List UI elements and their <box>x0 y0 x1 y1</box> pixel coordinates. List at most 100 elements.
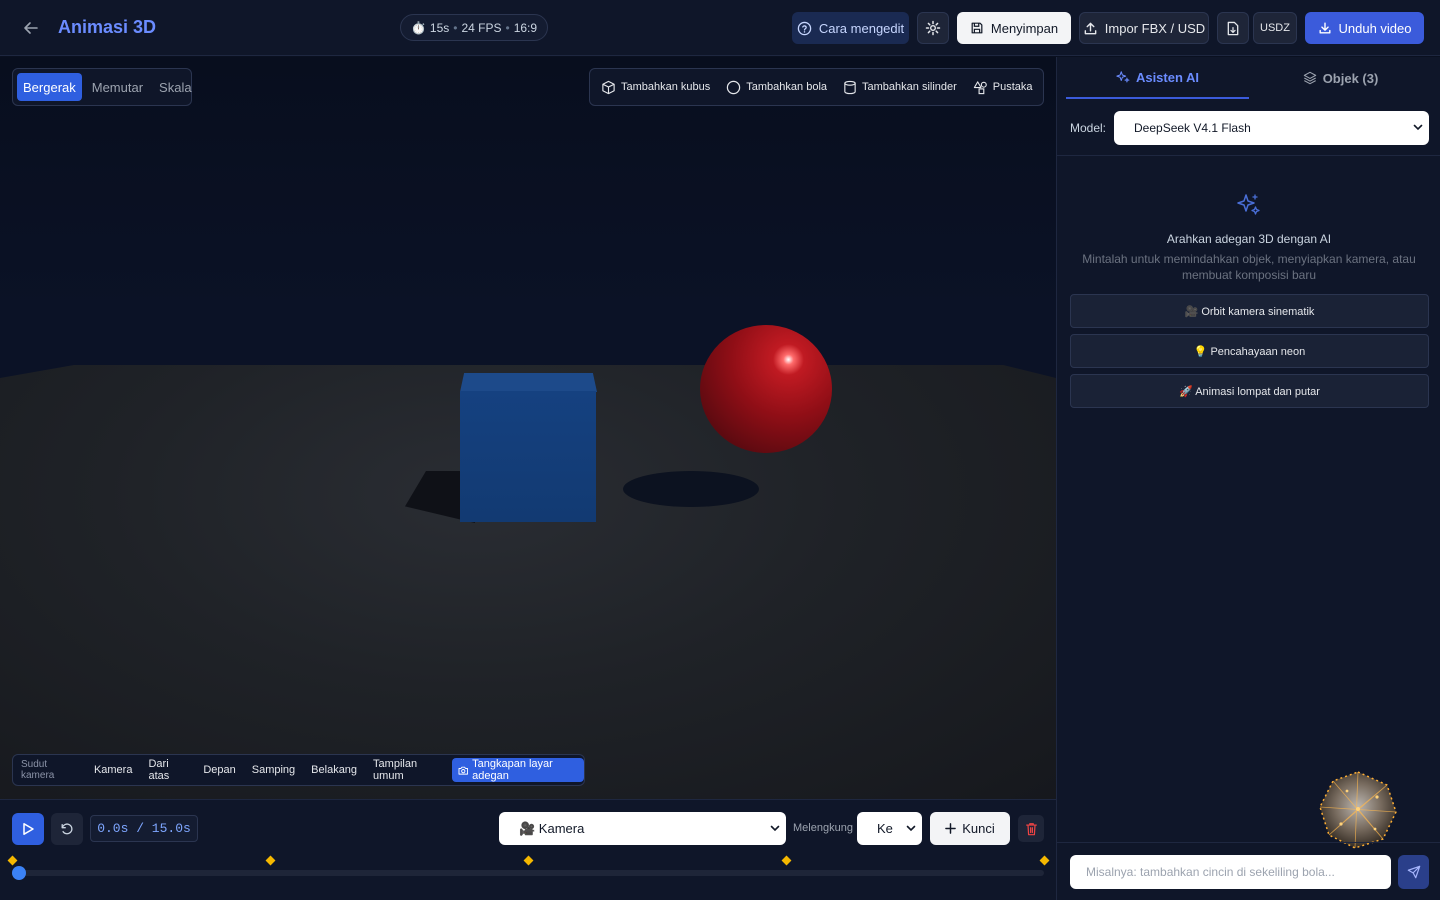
keyframe-marker[interactable] <box>523 855 533 866</box>
keyframe-marker[interactable] <box>781 855 791 866</box>
mode-scale-button[interactable]: Skala <box>153 73 198 101</box>
add-sphere-button[interactable]: Tambahkan bola <box>726 80 827 95</box>
panel-tabs: Asisten AI Objek (3) <box>1066 57 1432 99</box>
keyframe-marker[interactable] <box>265 855 275 866</box>
model-select-value: DeepSeek V4.1 Flash <box>1134 121 1251 135</box>
transform-mode-group: Bergerak Memutar Skala <box>12 68 192 106</box>
play-button[interactable] <box>12 813 44 845</box>
gear-icon <box>925 20 941 36</box>
project-meta-pill: ⏱️ 15s • 24 FPS • 16:9 <box>400 14 548 41</box>
download-video-button[interactable]: Unduh video <box>1305 12 1424 44</box>
playhead-handle[interactable] <box>12 866 26 880</box>
reset-button[interactable] <box>51 813 83 845</box>
scene-viewport[interactable]: Bergerak Memutar Skala Tambahkan kubus T… <box>0 57 1056 799</box>
file-export-icon <box>1227 21 1239 35</box>
shapes-icon <box>973 80 987 94</box>
camera-angle-bar: Sudut kamera Kamera Dari atas Depan Samp… <box>12 754 585 786</box>
timeline-panel: 0.0s / 15.0s 🎥 Kamera Melengkung Ke Kunc… <box>0 799 1056 900</box>
upload-icon <box>1084 22 1097 34</box>
cube-object[interactable] <box>460 391 596 522</box>
add-sphere-label: Tambahkan bola <box>746 81 828 93</box>
cylinder-icon <box>844 80 856 94</box>
settings-button[interactable] <box>917 12 949 44</box>
camera-view-camera[interactable]: Kamera <box>86 758 141 782</box>
easing-select-value: Ke <box>877 821 893 836</box>
empty-state-title: Arahkan adegan 3D dengan AI <box>1166 232 1332 246</box>
sphere-object[interactable] <box>700 325 832 453</box>
camera-icon <box>458 766 468 775</box>
app-root: Animasi 3D ⏱️ 15s • 24 FPS • 16:9 Cara m… <box>0 0 1440 900</box>
play-icon <box>23 823 34 835</box>
help-circle-icon <box>797 21 812 35</box>
stopwatch-icon: ⏱️ <box>410 20 426 35</box>
camera-view-side[interactable]: Samping <box>244 758 303 782</box>
mode-move-button[interactable]: Bergerak <box>17 73 82 101</box>
save-icon <box>971 22 983 34</box>
back-button[interactable] <box>18 16 44 40</box>
tab-objects[interactable]: Objek (3) <box>1249 57 1432 99</box>
timeline-scrubber-track[interactable] <box>14 870 1044 876</box>
header-bar: Animasi 3D ⏱️ 15s • 24 FPS • 16:9 Cara m… <box>0 0 1440 56</box>
add-object-toolbar: Tambahkan kubus Tambahkan bola Tambahkan… <box>589 68 1044 106</box>
suggestion-jump-spin[interactable]: 🚀 Animasi lompat dan putar <box>1070 374 1429 408</box>
library-button[interactable]: Pustaka <box>973 80 1033 95</box>
track-select[interactable]: 🎥 Kamera <box>499 812 786 845</box>
download-label: Unduh video <box>1338 20 1412 36</box>
empty-state-subtitle: Mintalah untuk memindahkan objek, menyia… <box>1082 252 1416 282</box>
ai-orb-icon <box>1319 771 1397 849</box>
export-file-button[interactable] <box>1217 12 1249 44</box>
track-select-value: 🎥 Kamera <box>519 820 585 836</box>
chevron-down-icon <box>906 825 916 832</box>
add-keyframe-label: Kunci <box>962 821 995 836</box>
app-title: Animasi 3D <box>58 17 157 37</box>
circle-icon <box>727 80 741 94</box>
model-select[interactable]: DeepSeek V4.1 Flash <box>1114 111 1429 145</box>
aspect-text: 16:9 <box>513 20 538 35</box>
camera-view-back[interactable]: Belakang <box>303 758 365 782</box>
scene-screenshot-label: Tangkapan layar adegan <box>472 758 553 782</box>
keyframe-marker[interactable] <box>7 855 17 866</box>
scene-screenshot-button[interactable]: Tangkapan layar adegan <box>451 758 584 782</box>
separator: • <box>505 20 510 35</box>
chat-input[interactable] <box>1070 855 1391 889</box>
import-button[interactable]: Impor FBX / USD <box>1079 12 1209 44</box>
add-cube-button[interactable]: Tambahkan kubus <box>601 80 710 95</box>
sparkles-icon <box>1116 71 1130 83</box>
usdz-button[interactable]: USDZ <box>1253 12 1297 44</box>
chevron-down-icon <box>770 825 780 832</box>
delete-keyframe-button[interactable] <box>1018 815 1044 842</box>
save-label: Menyimpan <box>990 20 1059 36</box>
suggestion-camera-orbit[interactable]: 🎥 Orbit kamera sinematik <box>1070 294 1429 328</box>
rotate-ccw-icon <box>61 823 73 835</box>
save-button[interactable]: Menyimpan <box>957 12 1071 44</box>
separator: • <box>453 20 458 35</box>
help-button[interactable]: Cara mengedit <box>792 12 909 44</box>
library-label: Pustaka <box>992 81 1033 93</box>
tab-ai-assistant[interactable]: Asisten AI <box>1066 57 1249 99</box>
add-keyframe-button[interactable]: Kunci <box>930 812 1010 845</box>
arrow-left-icon <box>24 22 38 34</box>
camera-view-top[interactable]: Dari atas <box>140 758 195 782</box>
sphere-shadow <box>623 471 759 507</box>
import-label: Impor FBX / USD <box>1104 20 1206 36</box>
add-cylinder-button[interactable]: Tambahkan silinder <box>843 80 957 95</box>
tab-objects-label: Objek (3) <box>1322 70 1379 86</box>
camera-angle-label: Sudut kamera <box>21 759 55 781</box>
camera-view-overview[interactable]: Tampilan umum <box>365 758 450 782</box>
easing-select[interactable]: Ke <box>857 812 922 845</box>
send-button[interactable] <box>1398 855 1429 889</box>
ai-empty-state: Arahkan adegan 3D dengan AI Mintalah unt… <box>1069 192 1429 283</box>
suggestion-neon-lighting[interactable]: 💡 Pencahayaan neon <box>1070 334 1429 368</box>
trash-icon <box>1025 822 1037 835</box>
easing-label: Melengkung <box>793 822 853 834</box>
cube-object-top <box>460 373 597 392</box>
model-row: Model: DeepSeek V4.1 Flash <box>1057 99 1440 156</box>
mode-rotate-button[interactable]: Memutar <box>86 73 149 101</box>
camera-view-front[interactable]: Depan <box>195 758 243 782</box>
help-label: Cara mengedit <box>818 20 905 36</box>
keyframe-marker[interactable] <box>1039 855 1049 866</box>
add-cylinder-label: Tambahkan silinder <box>862 81 957 93</box>
send-icon <box>1407 865 1420 879</box>
cube-icon <box>602 80 615 94</box>
add-cube-label: Tambahkan kubus <box>621 81 711 93</box>
